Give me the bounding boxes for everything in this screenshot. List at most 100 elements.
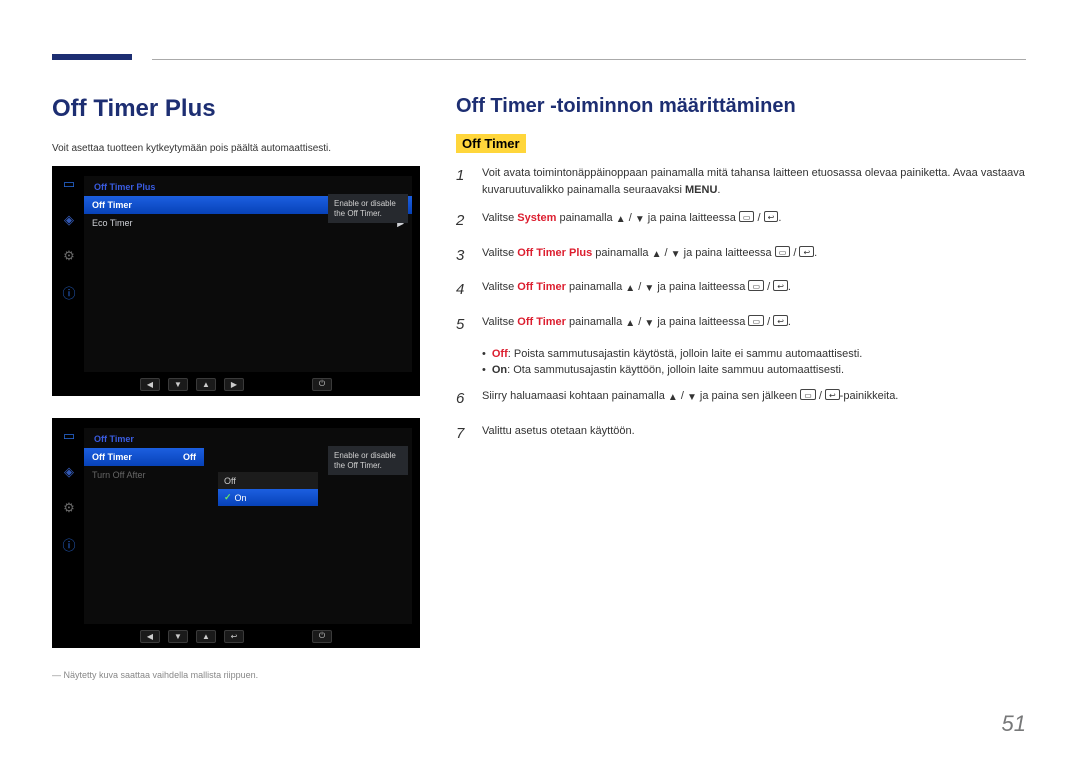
check-icon: ✓ bbox=[224, 492, 232, 503]
osd1-tooltip: Enable or disable the Off Timer. bbox=[328, 194, 408, 223]
top-accent-bar bbox=[52, 54, 132, 60]
pre: Valitse bbox=[482, 212, 517, 224]
up-arrow-icon: ▲ bbox=[625, 281, 635, 296]
monitor-icon: ▭ bbox=[57, 172, 81, 196]
pre: Valitse bbox=[482, 316, 517, 328]
osd2-title: Off Timer bbox=[84, 428, 412, 448]
button-b-icon: ↩ bbox=[773, 280, 788, 291]
left-arrow-icon: ◀ bbox=[140, 630, 160, 643]
post: ja paina laitteessa bbox=[681, 247, 775, 259]
monitor-icon: ▭ bbox=[57, 424, 81, 448]
keyword: Off Timer bbox=[517, 316, 566, 328]
osd2-row-turn-off-after: Turn Off After bbox=[84, 466, 204, 484]
osd1-row2-label: Eco Timer bbox=[92, 218, 133, 228]
mid: painamalla bbox=[592, 247, 651, 259]
power-icon: ⏻ bbox=[312, 378, 332, 391]
post: ja paina laitteessa bbox=[645, 212, 739, 224]
menu-label: MENU bbox=[685, 184, 717, 196]
info-icon: ⓘ bbox=[57, 280, 81, 304]
down-arrow-icon: ▼ bbox=[687, 390, 697, 405]
down-arrow-icon: ▼ bbox=[168, 630, 188, 643]
dropdown-off-option: Off bbox=[218, 472, 318, 489]
subhead-off-timer: Off Timer bbox=[456, 134, 526, 153]
up-arrow-icon: ▲ bbox=[196, 630, 216, 643]
down-arrow-icon: ▼ bbox=[635, 212, 645, 227]
gear-icon: ⚙ bbox=[57, 244, 81, 268]
dropdown-on-label: On bbox=[235, 493, 247, 503]
button-b-icon: ↩ bbox=[799, 246, 814, 257]
osd1-sidebar: ▭ ◈ ⚙ ⓘ bbox=[54, 168, 84, 372]
step-5: 5 Valitse Off Timer painamalla ▲ / ▼ ja … bbox=[456, 314, 1026, 337]
bullet-on-keyword: On bbox=[492, 364, 507, 376]
return-icon: ↩ bbox=[224, 630, 244, 643]
osd2-footer-buttons: ◀ ▼ ▲ ↩ ⏻ bbox=[54, 626, 418, 646]
osd2-dropdown: Off ✓ On bbox=[218, 472, 318, 506]
step1-pre: Voit avata toimintonäppäinoppaan painama… bbox=[482, 167, 1025, 196]
post: ja paina laitteessa bbox=[654, 316, 748, 328]
top-divider bbox=[152, 59, 1026, 60]
keyword: Off Timer bbox=[517, 281, 566, 293]
down-arrow-icon: ▼ bbox=[671, 247, 681, 262]
bullet-list: Off: Poista sammutusajastin käytöstä, jo… bbox=[482, 348, 1026, 376]
step-num: 6 bbox=[456, 388, 470, 411]
button-b-icon: ↩ bbox=[773, 315, 788, 326]
pre: Valitse bbox=[482, 281, 517, 293]
osd-screenshot-2: ▭ ◈ ⚙ ⓘ Off Timer Off Timer Off Turn Off… bbox=[52, 418, 420, 648]
power-icon: ⏻ bbox=[312, 630, 332, 643]
step6-mid: ja paina sen jälkeen bbox=[697, 390, 800, 402]
left-title: Off Timer Plus bbox=[52, 95, 422, 123]
left-arrow-icon: ◀ bbox=[140, 378, 160, 391]
up-arrow-icon: ▲ bbox=[668, 390, 678, 405]
target-icon: ◈ bbox=[57, 460, 81, 484]
bullet-on: On: Ota sammutusajastin käyttöön, jolloi… bbox=[482, 364, 1026, 376]
info-icon: ⓘ bbox=[57, 532, 81, 556]
target-icon: ◈ bbox=[57, 208, 81, 232]
osd2-sidebar: ▭ ◈ ⚙ ⓘ bbox=[54, 420, 84, 624]
osd1-row1-label: Off Timer bbox=[92, 200, 132, 210]
bullet-on-text: : Ota sammutusajastin käyttöön, jolloin … bbox=[507, 364, 844, 376]
button-a-icon: ▭ bbox=[748, 280, 764, 291]
dropdown-on-option: ✓ On bbox=[218, 489, 318, 506]
mid: painamalla bbox=[566, 316, 625, 328]
right-heading: Off Timer -toiminnon määrittäminen bbox=[456, 95, 1026, 118]
step-num: 1 bbox=[456, 165, 470, 198]
osd-screenshot-1: ▭ ◈ ⚙ ⓘ Off Timer Plus Off Timer ▶ Eco T… bbox=[52, 166, 420, 396]
mid: painamalla bbox=[566, 281, 625, 293]
step-num: 2 bbox=[456, 210, 470, 233]
step6-post: -painikkeita. bbox=[840, 390, 899, 402]
steps-list-2: 6 Siirry haluamaasi kohtaan painamalla ▲… bbox=[456, 388, 1026, 445]
step-6: 6 Siirry haluamaasi kohtaan painamalla ▲… bbox=[456, 388, 1026, 411]
bullet-off: Off: Poista sammutusajastin käytöstä, jo… bbox=[482, 348, 1026, 360]
button-b-icon: ↩ bbox=[825, 389, 840, 400]
gear-icon: ⚙ bbox=[57, 496, 81, 520]
down-arrow-icon: ▼ bbox=[644, 316, 654, 331]
osd2-row1-value: Off bbox=[183, 452, 196, 462]
button-b-icon: ↩ bbox=[764, 211, 779, 222]
step7-text: Valittu asetus otetaan käyttöön. bbox=[482, 423, 1026, 446]
osd2-row-off-timer: Off Timer Off bbox=[84, 448, 204, 466]
steps-list: 1 Voit avata toimintonäppäinoppaan paina… bbox=[456, 165, 1026, 336]
button-a-icon: ▭ bbox=[775, 246, 791, 257]
keyword: Off Timer Plus bbox=[517, 247, 592, 259]
osd1-footer-buttons: ◀ ▼ ▲ ▶ ⏻ bbox=[54, 374, 418, 394]
up-arrow-icon: ▲ bbox=[625, 316, 635, 331]
osd2-tooltip: Enable or disable the Off Timer. bbox=[328, 446, 408, 475]
intro-text: Voit asettaa tuotteen kytkeytymään pois … bbox=[52, 143, 422, 154]
button-a-icon: ▭ bbox=[748, 315, 764, 326]
step-num: 7 bbox=[456, 423, 470, 446]
page-number: 51 bbox=[1002, 711, 1026, 737]
step-3: 3 Valitse Off Timer Plus painamalla ▲ / … bbox=[456, 245, 1026, 268]
post: ja paina laitteessa bbox=[654, 281, 748, 293]
step-num: 3 bbox=[456, 245, 470, 268]
keyword: System bbox=[517, 212, 556, 224]
step6-pre: Siirry haluamaasi kohtaan painamalla bbox=[482, 390, 668, 402]
button-a-icon: ▭ bbox=[739, 211, 755, 222]
osd1-title: Off Timer Plus bbox=[84, 176, 412, 196]
step-num: 5 bbox=[456, 314, 470, 337]
down-arrow-icon: ▼ bbox=[644, 281, 654, 296]
step-1: 1 Voit avata toimintonäppäinoppaan paina… bbox=[456, 165, 1026, 198]
step-2: 2 Valitse System painamalla ▲ / ▼ ja pai… bbox=[456, 210, 1026, 233]
up-arrow-icon: ▲ bbox=[616, 212, 626, 227]
up-arrow-icon: ▲ bbox=[652, 247, 662, 262]
mid: painamalla bbox=[556, 212, 615, 224]
